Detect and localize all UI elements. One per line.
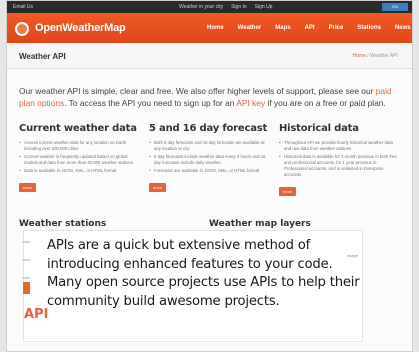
- feature-list: Access current weather data for any loca…: [19, 140, 141, 174]
- list-item: Data is available in JSON, XML, or HTML …: [19, 168, 141, 174]
- column-title: Historical data: [279, 123, 359, 134]
- list-item: Both 5 day forecasts and 16 day forecast…: [149, 140, 271, 152]
- sign-up-link[interactable]: Sign Up: [255, 4, 273, 10]
- list-item: Current weather is frequently updated ba…: [19, 154, 141, 166]
- page-title: Weather API: [19, 52, 66, 61]
- marker-dash: [22, 259, 30, 261]
- nav-api[interactable]: API: [305, 25, 315, 31]
- caption-box: API APIs are a quick but extensive metho…: [22, 230, 363, 342]
- nav-menu: Home Weather Maps API Price Stations New…: [207, 25, 411, 31]
- intro-text-1: Our weather API is simple, clear and fre…: [19, 86, 376, 96]
- intro-paragraph: Our weather API is simple, clear and fre…: [19, 85, 395, 109]
- feature-list: Throughout API we provide hourly histori…: [279, 140, 401, 178]
- marker-dash: [22, 241, 30, 243]
- breadcrumb: Home / Weather API: [353, 53, 399, 59]
- marker-dash: [22, 277, 30, 279]
- current-weather-column: Current weather data Access current weat…: [19, 123, 141, 194]
- nav-stations[interactable]: Stations: [357, 25, 381, 31]
- list-item: Access current weather data for any loca…: [19, 140, 141, 152]
- api-tag: API: [24, 307, 49, 322]
- top-links: Weather in your city Sign In Sign Up: [179, 4, 272, 10]
- feature-list: Both 5 day forecasts and 16 day forecast…: [149, 140, 271, 174]
- intro-text-2: . To access the API you need to sign up …: [64, 98, 237, 108]
- nav-price[interactable]: Price: [329, 25, 344, 31]
- top-utility-bar: Email Us Weather in your city Sign In Si…: [7, 1, 412, 13]
- nav-home[interactable]: Home: [207, 25, 224, 31]
- list-item: Historical data is available for 1 month…: [279, 154, 401, 178]
- list-item: 5 day forecasts include weather data eve…: [149, 154, 271, 166]
- breadcrumb-home-link[interactable]: Home: [353, 53, 366, 59]
- list-item: Forecasts are available in JSON, XML, or…: [149, 168, 271, 174]
- page-header: Weather API Home / Weather API: [7, 43, 412, 69]
- more-button[interactable]: more: [149, 183, 167, 192]
- side-label: image: [347, 253, 358, 258]
- accent-bar: [23, 282, 30, 294]
- sign-in-link[interactable]: Sign In: [231, 4, 247, 10]
- weather-maps-heading: Weather map layers: [209, 219, 311, 229]
- more-button[interactable]: more: [19, 183, 37, 192]
- breadcrumb-current: Weather API: [370, 53, 398, 59]
- weather-in-city-link[interactable]: Weather in your city: [179, 4, 223, 10]
- brand-name[interactable]: OpenWeatherMap: [35, 22, 126, 34]
- owm-logo-icon[interactable]: [15, 22, 29, 36]
- column-title: Current weather data: [19, 123, 137, 134]
- email-us-link[interactable]: Email Us: [13, 4, 33, 10]
- column-title: 5 and 16 day forecast: [149, 123, 268, 134]
- forecast-column: 5 and 16 day forecast Both 5 day forecas…: [149, 123, 271, 194]
- nav-maps[interactable]: Maps: [275, 25, 290, 31]
- nav-weather[interactable]: Weather: [238, 25, 262, 31]
- caption-text: APIs are a quick but extensive method of…: [47, 238, 360, 309]
- language-selector[interactable]: EN: [382, 3, 408, 11]
- main-navbar: OpenWeatherMap Home Weather Maps API Pri…: [7, 13, 412, 43]
- list-item: Throughout API we provide hourly histori…: [279, 140, 401, 152]
- intro-text-3: if you are on a free or paid plan.: [265, 98, 386, 108]
- browser-page: Email Us Weather in your city Sign In Si…: [6, 0, 413, 352]
- nav-news[interactable]: News: [395, 25, 411, 31]
- historical-column: Historical data Throughout API we provid…: [279, 123, 401, 198]
- more-button[interactable]: more: [279, 187, 297, 196]
- weather-stations-heading: Weather stations: [19, 219, 107, 229]
- api-key-link[interactable]: API key: [236, 98, 265, 108]
